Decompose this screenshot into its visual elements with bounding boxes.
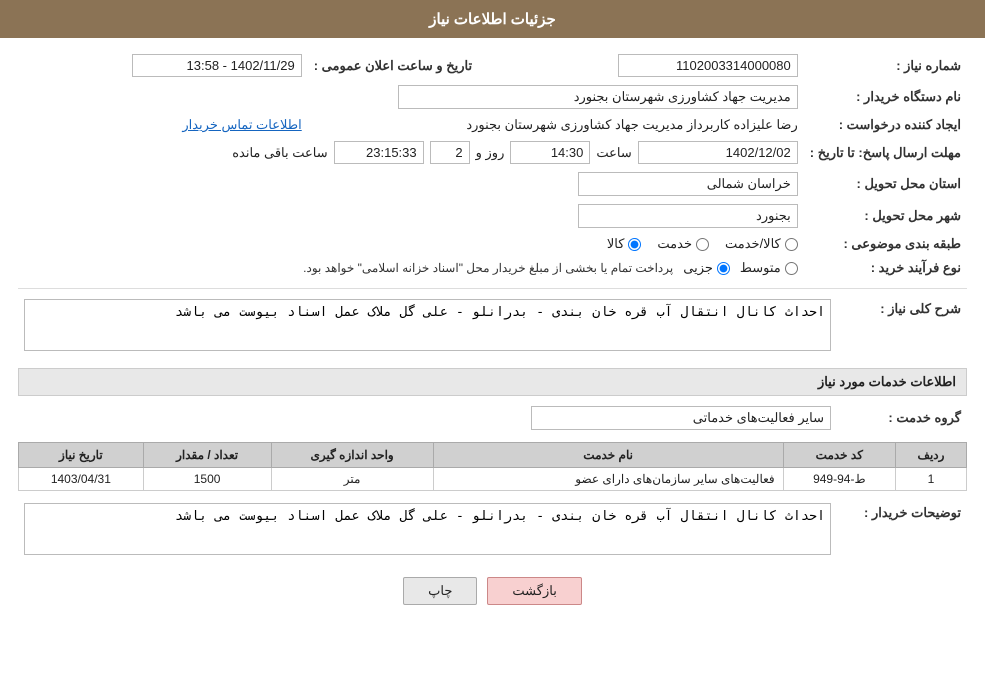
need-description-label: شرح کلی نیاز : (837, 295, 967, 358)
deadline-row: مهلت ارسال پاسخ: تا تاریخ : 1402/12/02 س… (18, 137, 967, 168)
cell-quantity: 1500 (143, 468, 271, 491)
city-label: شهر محل تحویل : (804, 200, 967, 232)
deadline-label: مهلت ارسال پاسخ: تا تاریخ : (804, 137, 967, 168)
col-header-date: تاریخ نیاز (19, 443, 144, 468)
cell-name: فعالیت‌های سایر سازمان‌های دارای عضو (433, 468, 783, 491)
creator-label: ایجاد کننده درخواست : (804, 113, 967, 137)
service-group-label: گروه خدمت : (837, 402, 967, 434)
cell-unit: متر (271, 468, 433, 491)
cell-date: 1403/04/31 (19, 468, 144, 491)
contact-link[interactable]: اطلاعات تماس خریدار (182, 117, 301, 132)
deadline-remaining-label: ساعت باقی مانده (232, 145, 327, 161)
buyer-description-row: توضیحات خریدار : (18, 499, 967, 562)
service-group-table: گروه خدمت : سایر فعالیت‌های خدماتی (18, 402, 967, 434)
creator-value: رضا علیزاده کاربرداز مدیریت جهاد کشاورزی… (466, 117, 797, 132)
button-row: بازگشت چاپ (18, 577, 967, 605)
page-header: جزئیات اطلاعات نیاز (0, 0, 985, 38)
need-description-textarea[interactable] (24, 299, 831, 351)
purchase-type-motevaset: متوسط (740, 260, 798, 276)
back-button[interactable]: بازگشت (487, 577, 581, 605)
purchase-type-label: نوع فرآیند خرید : (804, 256, 967, 280)
deadline-day-label: روز و (476, 145, 505, 161)
city-value: بجنورد (578, 204, 798, 228)
services-section-title: اطلاعات خدمات مورد نیاز (18, 368, 967, 396)
deadline-time: 14:30 (510, 141, 590, 164)
province-value: خراسان شمالی (578, 172, 798, 196)
deadline-remaining: 23:15:33 (334, 141, 424, 164)
buyer-description-textarea[interactable] (24, 503, 831, 555)
department-label: نام دستگاه خریدار : (804, 81, 967, 113)
city-row: شهر محل تحویل : بجنورد (18, 200, 967, 232)
page-title: جزئیات اطلاعات نیاز (429, 11, 556, 28)
description-table: شرح کلی نیاز : document.addEventListener… (18, 295, 967, 358)
department-row: نام دستگاه خریدار : مدیریت جهاد کشاورزی … (18, 81, 967, 113)
service-group-row: گروه خدمت : سایر فعالیت‌های خدماتی (18, 402, 967, 434)
purchase-type-jazei: جزیی (683, 260, 730, 276)
description-row: شرح کلی نیاز : document.addEventListener… (18, 295, 967, 358)
col-header-quantity: تعداد / مقدار (143, 443, 271, 468)
cell-row: 1 (896, 468, 967, 491)
category-label: طبقه بندی موضوعی : (804, 232, 967, 256)
department-value: مدیریت جهاد کشاورزی شهرستان بجنورد (398, 85, 798, 109)
province-row: استان محل تحویل : خراسان شمالی (18, 168, 967, 200)
services-table: ردیف کد خدمت نام خدمت واحد اندازه گیری ت… (18, 442, 967, 491)
purchase-note: پرداخت تمام یا بخشی از مبلغ خریدار محل "… (303, 261, 673, 275)
purchase-type-row: نوع فرآیند خرید : متوسط جزیی پرداخت تمام… (18, 256, 967, 280)
category-kala-khadamat: کالا/خدمت (725, 236, 798, 252)
need-number-row: شماره نیاز : 1102003314000080 تاریخ و سا… (18, 50, 967, 81)
cell-code: ط-94-949 (783, 468, 895, 491)
buyer-description-table: توضیحات خریدار : (18, 499, 967, 562)
announce-date-label: تاریخ و ساعت اعلان عمومی : (308, 50, 478, 81)
creator-row: ایجاد کننده درخواست : رضا علیزاده کاربرد… (18, 113, 967, 137)
info-table: شماره نیاز : 1102003314000080 تاریخ و سا… (18, 50, 967, 280)
deadline-time-label: ساعت (596, 145, 631, 161)
service-group-value: سایر فعالیت‌های خدماتی (531, 406, 831, 430)
province-label: استان محل تحویل : (804, 168, 967, 200)
col-header-row: ردیف (896, 443, 967, 468)
col-header-name: نام خدمت (433, 443, 783, 468)
col-header-code: کد خدمت (783, 443, 895, 468)
buyer-description-label: توضیحات خریدار : (837, 499, 967, 562)
print-button[interactable]: چاپ (403, 577, 477, 605)
need-number-label: شماره نیاز : (804, 50, 967, 81)
category-kala: کالا (607, 236, 642, 252)
deadline-date: 1402/12/02 (638, 141, 798, 164)
announce-date-value: 1402/11/29 - 13:58 (132, 54, 302, 77)
col-header-unit: واحد اندازه گیری (271, 443, 433, 468)
category-row: طبقه بندی موضوعی : کالا/خدمت خدمت (18, 232, 967, 256)
table-row: 1 ط-94-949 فعالیت‌های سایر سازمان‌های دا… (19, 468, 967, 491)
deadline-days: 2 (430, 141, 470, 164)
need-number-value: 1102003314000080 (618, 54, 798, 77)
category-khadamat: خدمت (657, 236, 709, 252)
